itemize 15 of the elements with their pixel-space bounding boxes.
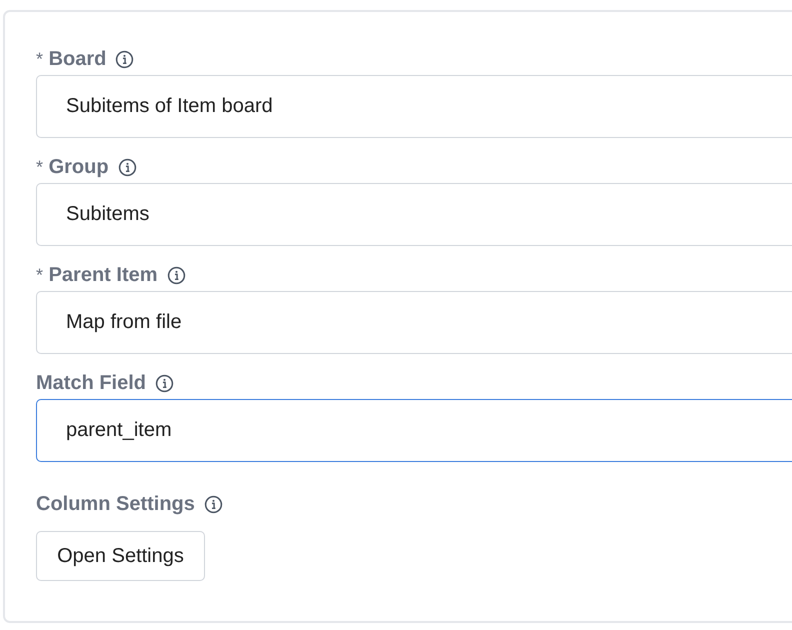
open-settings-button[interactable]: Open Settings [36,531,205,581]
input-field[interactable]: Subitems of Item board [36,75,792,138]
field-label: Match Field [36,372,146,394]
field-label: * Parent Item [36,264,158,286]
input-field[interactable]: parent_item [36,399,792,462]
field-label: * Board [36,48,106,70]
field-label: Column Settings [36,492,195,516]
input-field[interactable]: Map from file [36,291,792,354]
info-icon[interactable] [166,266,186,284]
info-icon[interactable] [155,374,174,392]
info-icon[interactable] [115,50,134,68]
field-label: * Group [36,156,109,178]
info-icon[interactable] [204,494,223,514]
info-icon[interactable] [118,158,137,176]
input-field[interactable]: Subitems [36,183,792,246]
